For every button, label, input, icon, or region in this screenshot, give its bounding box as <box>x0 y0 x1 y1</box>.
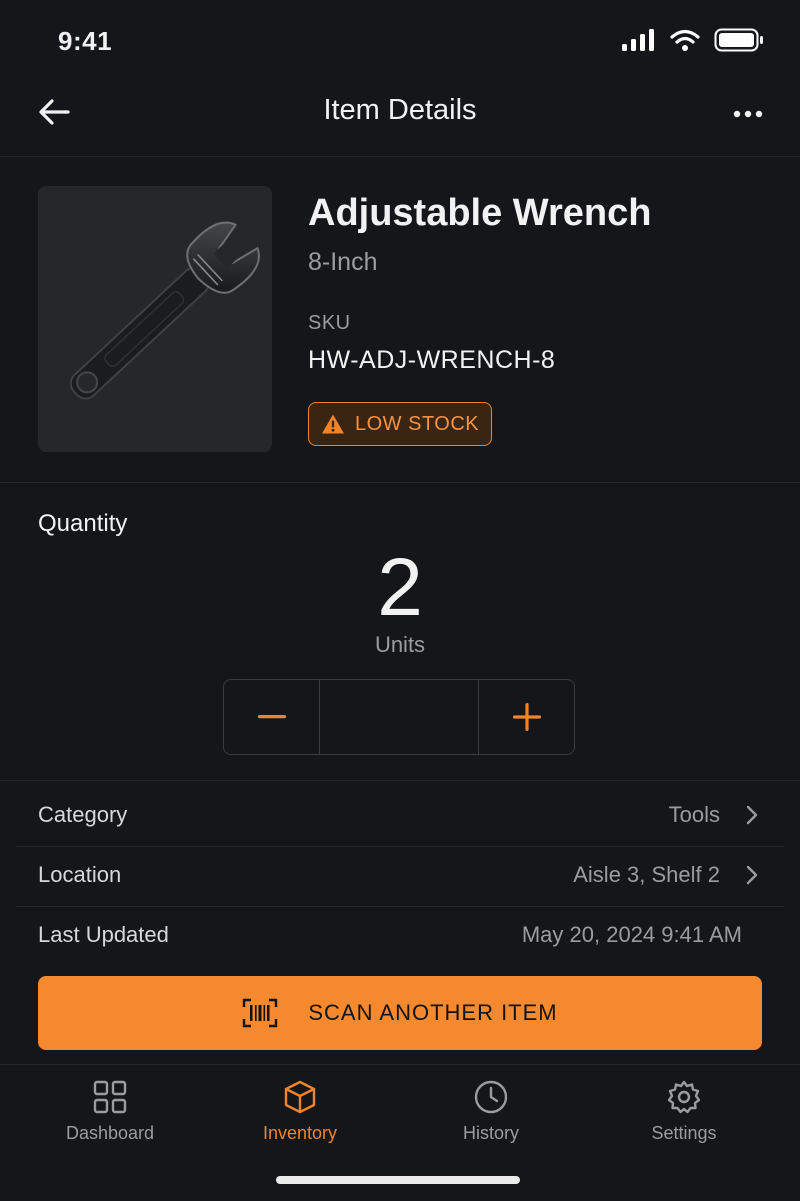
clock-icon <box>474 1080 508 1114</box>
item-image <box>38 186 272 452</box>
increment-button[interactable] <box>479 680 574 754</box>
tab-history-label: History <box>462 1123 519 1143</box>
quantity-label: Quantity <box>38 510 128 537</box>
wifi-icon <box>670 29 700 51</box>
tab-inventory[interactable]: Inventory <box>220 1079 380 1169</box>
tab-dashboard[interactable]: Dashboard <box>30 1079 190 1169</box>
chevron-right-icon <box>746 865 758 885</box>
status-bar: 9:41 <box>0 0 800 80</box>
quantity-value: 2 <box>377 542 423 633</box>
location-label: Location <box>38 862 122 887</box>
more-horizontal-icon <box>733 110 763 118</box>
item-variant: 8-Inch <box>308 248 378 276</box>
tab-history[interactable]: History <box>411 1079 571 1169</box>
quantity-stepper-field[interactable] <box>319 680 479 754</box>
quantity-unit: Units <box>374 632 426 657</box>
location-row[interactable]: Location Aisle 3, Shelf 2 <box>16 846 784 907</box>
quantity-stepper <box>223 679 575 755</box>
category-value: Tools <box>668 802 720 827</box>
item-summary: Adjustable Wrench 8-Inch SKU HW-ADJ-WREN… <box>0 156 800 483</box>
category-label: Category <box>38 802 128 827</box>
item-name: Adjustable Wrench <box>308 192 652 234</box>
more-options-button[interactable] <box>730 96 766 132</box>
grid-icon <box>93 1080 127 1114</box>
tab-dashboard-label: Dashboard <box>65 1123 155 1143</box>
tab-settings-label: Settings <box>651 1123 717 1143</box>
tab-inventory-label: Inventory <box>262 1123 338 1143</box>
barcode-scan-icon <box>243 998 278 1028</box>
scan-another-item-button[interactable]: SCAN ANOTHER ITEM <box>38 976 762 1050</box>
nav-bar: Item Details <box>0 80 800 157</box>
low-stock-badge: LOW STOCK <box>308 402 493 446</box>
quantity-section: Quantity 2 Units <box>0 482 800 781</box>
last-updated-row: Last Updated May 20, 2024 9:41 AM <box>16 906 784 966</box>
location-value: Aisle 3, Shelf 2 <box>573 862 720 887</box>
chevron-right-icon <box>746 805 758 825</box>
category-row[interactable]: Category Tools <box>16 786 784 847</box>
status-icons <box>622 28 764 52</box>
tab-settings[interactable]: Settings <box>604 1079 764 1169</box>
decrement-button[interactable] <box>224 680 319 754</box>
last-updated-value: May 20, 2024 9:41 AM <box>521 922 742 947</box>
sku-label: SKU <box>308 312 351 334</box>
plus-icon <box>512 703 541 731</box>
battery-icon <box>714 28 763 52</box>
status-time: 9:41 <box>58 26 113 56</box>
scan-button-label: SCAN ANOTHER ITEM <box>308 1000 558 1025</box>
home-indicator <box>276 1176 520 1184</box>
wrench-image <box>69 221 260 400</box>
gear-icon <box>667 1080 701 1114</box>
signal-icon <box>622 29 654 51</box>
minus-icon <box>257 715 286 719</box>
last-updated-label: Last Updated <box>38 922 169 947</box>
stock-badge-label: LOW STOCK <box>355 412 480 435</box>
box-icon <box>284 1080 316 1114</box>
page-title: Item Details <box>323 94 477 126</box>
warning-icon <box>322 414 344 434</box>
sku-value: HW-ADJ-WRENCH-8 <box>308 346 556 374</box>
